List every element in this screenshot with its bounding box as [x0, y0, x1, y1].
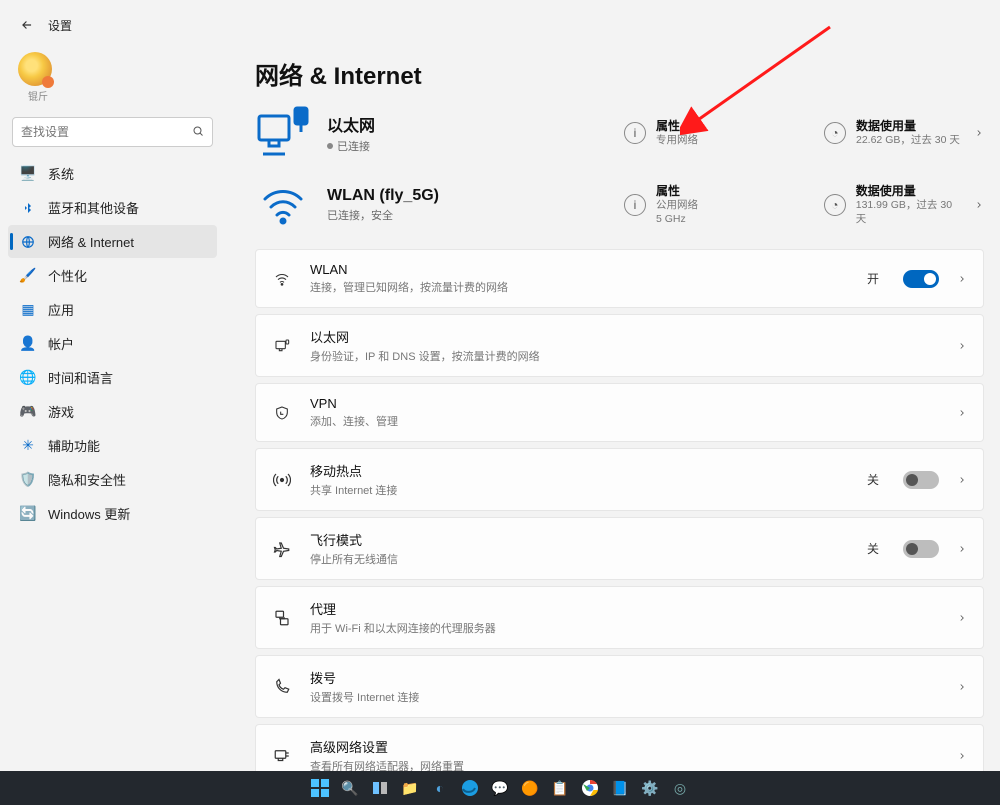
taskbar-settings-icon[interactable]: ⚙️ [638, 776, 662, 800]
wlan-status: 已连接，安全 [327, 207, 393, 223]
nav-list: 🖥️系统 蓝牙和其他设备 网络 & Internet 🖌️个性化 ▦应用 👤帐户… [8, 157, 217, 530]
data-icon: ◔ [824, 122, 846, 144]
row-ethernet[interactable]: 以太网身份验证，IP 和 DNS 设置，按流量计费的网络 [256, 315, 983, 376]
row-proxy[interactable]: 代理用于 Wi-Fi 和以太网连接的代理服务器 [256, 587, 983, 648]
wlan-data-usage[interactable]: ◔ 数据使用量 131.99 GB，过去 30 天 [824, 184, 984, 225]
chevron-right-icon [957, 682, 967, 692]
chevron-right-icon [974, 128, 984, 138]
nav-gaming[interactable]: 🎮游戏 [8, 395, 217, 428]
taskbar-app3-icon[interactable]: 📋 [548, 776, 572, 800]
brush-icon: 🖌️ [20, 268, 36, 284]
chevron-right-icon [957, 544, 967, 554]
chevron-right-icon [957, 613, 967, 623]
globe-icon: 🌐 [20, 370, 36, 386]
taskbar-app1-icon[interactable]: ◐ [428, 776, 452, 800]
row-vpn[interactable]: VPN添加、连接、管理 [256, 384, 983, 441]
wifi-small-icon [272, 269, 292, 289]
row-advanced[interactable]: 高级网络设置查看所有网络适配器，网络重置 [256, 725, 983, 772]
taskbar-app4-icon[interactable]: 📘 [608, 776, 632, 800]
nav-bluetooth[interactable]: 蓝牙和其他设备 [8, 191, 217, 224]
nav-update[interactable]: 🔄Windows 更新 [8, 497, 217, 530]
page-title: 网络 & Internet [255, 56, 984, 91]
chevron-right-icon [957, 475, 967, 485]
taskbar-taskview-icon[interactable] [368, 776, 392, 800]
nav-accounts[interactable]: 👤帐户 [8, 327, 217, 360]
connection-ethernet: 以太网 已连接 i 属性 专用网络 ◔ 数据使用量 22.62 GB，过去 30… [255, 105, 984, 161]
accessibility-icon: ✳ [20, 438, 36, 454]
gaming-icon: 🎮 [20, 404, 36, 420]
row-dialup[interactable]: 拨号设置拨号 Internet 连接 [256, 656, 983, 717]
nav-accessibility[interactable]: ✳辅助功能 [8, 429, 217, 462]
sidebar: 锟斤 🖥️系统 蓝牙和其他设备 网络 & Internet 🖌️个性化 ▦应用 … [0, 42, 225, 772]
search-input[interactable] [21, 125, 192, 139]
taskbar-edge-icon[interactable] [458, 776, 482, 800]
ethernet-small-icon [272, 336, 292, 356]
row-hotspot[interactable]: 移动热点共享 Internet 连接 关 [256, 449, 983, 510]
taskbar-chrome-icon[interactable] [578, 776, 602, 800]
vpn-icon [272, 403, 292, 423]
connection-wlan: WLAN (fly_5G) 已连接，安全 i 属性 公用网络 5 GHz ◔ 数… [255, 177, 984, 233]
nav-personalization[interactable]: 🖌️个性化 [8, 259, 217, 292]
chevron-right-icon [957, 274, 967, 284]
start-button[interactable] [308, 776, 332, 800]
person-icon: 👤 [20, 336, 36, 352]
avatar-label: 锟斤 [28, 88, 207, 103]
apps-icon: ▦ [20, 302, 36, 318]
ethernet-properties[interactable]: i 属性 专用网络 [624, 119, 824, 147]
ethernet-status: 已连接 [337, 138, 370, 154]
wlan-toggle[interactable] [903, 270, 939, 288]
wlan-properties[interactable]: i 属性 公用网络 5 GHz [624, 184, 824, 225]
nav-privacy[interactable]: 🛡️隐私和安全性 [8, 463, 217, 496]
taskbar-wechat-icon[interactable]: 💬 [488, 776, 512, 800]
proxy-icon [272, 608, 292, 628]
airplane-icon [272, 539, 292, 559]
taskbar-explorer-icon[interactable]: 📁 [398, 776, 422, 800]
taskbar-app5-icon[interactable]: ◎ [668, 776, 692, 800]
shield-icon: 🛡️ [20, 472, 36, 488]
main-content: 网络 & Internet 以太网 已连接 i 属性 专用网络 [225, 42, 1000, 772]
wifi-icon [255, 177, 311, 233]
taskbar: 🔍 📁 ◐ 💬 🟠 📋 📘 ⚙️ ◎ [0, 771, 1000, 805]
wlan-name: WLAN (fly_5G) [327, 187, 624, 205]
chevron-right-icon [957, 408, 967, 418]
ethernet-icon [255, 105, 311, 161]
header-title: 设置 [48, 17, 72, 34]
hotspot-icon [272, 470, 292, 490]
network-icon [20, 234, 36, 250]
hotspot-toggle[interactable] [903, 471, 939, 489]
avatar[interactable] [18, 52, 52, 86]
system-icon: 🖥️ [20, 166, 36, 182]
nav-time[interactable]: 🌐时间和语言 [8, 361, 217, 394]
taskbar-search-icon[interactable]: 🔍 [338, 776, 362, 800]
status-dot [327, 143, 333, 149]
advanced-icon [272, 746, 292, 766]
chevron-right-icon [957, 751, 967, 761]
info-icon: i [624, 194, 646, 216]
update-icon: 🔄 [20, 506, 36, 522]
data-icon: ◔ [824, 194, 846, 216]
ethernet-name: 以太网 [327, 112, 624, 136]
info-icon: i [624, 122, 646, 144]
search-icon [192, 125, 204, 140]
row-airplane[interactable]: 飞行模式停止所有无线通信 关 [256, 518, 983, 579]
back-button[interactable] [18, 16, 36, 34]
bluetooth-icon [20, 200, 36, 216]
search-input-wrapper[interactable] [12, 117, 213, 147]
chevron-right-icon [974, 200, 984, 210]
row-wlan[interactable]: WLAN连接，管理已知网络，按流量计费的网络 开 [256, 250, 983, 307]
nav-system[interactable]: 🖥️系统 [8, 157, 217, 190]
dialup-icon [272, 677, 292, 697]
airplane-toggle[interactable] [903, 540, 939, 558]
nav-apps[interactable]: ▦应用 [8, 293, 217, 326]
ethernet-data-usage[interactable]: ◔ 数据使用量 22.62 GB，过去 30 天 [824, 119, 984, 147]
chevron-right-icon [957, 341, 967, 351]
nav-network[interactable]: 网络 & Internet [8, 225, 217, 258]
taskbar-app2-icon[interactable]: 🟠 [518, 776, 542, 800]
